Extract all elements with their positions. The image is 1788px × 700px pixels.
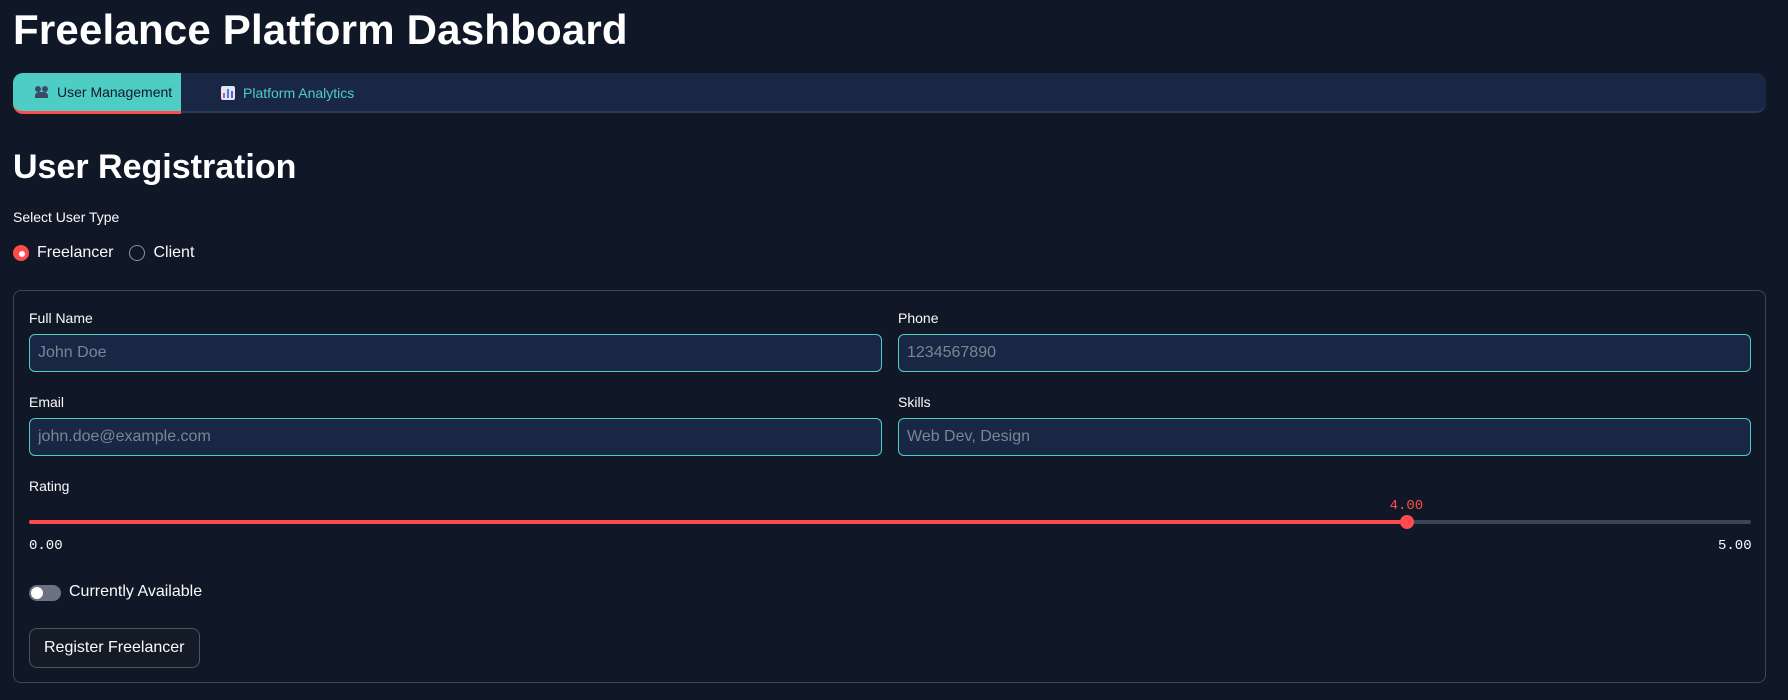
availability-label: Currently Available <box>69 583 203 600</box>
section-title: User Registration <box>13 148 297 186</box>
rating-slider-fill <box>29 520 1407 524</box>
full-name-label: Full Name <box>29 310 93 326</box>
tab-label: User Management <box>57 84 173 100</box>
skills-input[interactable] <box>898 418 1751 456</box>
email-input[interactable] <box>29 418 882 456</box>
tab-user-management[interactable]: User Management <box>13 73 181 114</box>
page-title: Freelance Platform Dashboard <box>13 6 628 53</box>
tab-bar: User Management Platform Analytics <box>13 73 1766 114</box>
rating-max: 5.00 <box>1718 538 1752 554</box>
radio-client[interactable]: Client <box>129 244 194 262</box>
radio-client-label: Client <box>153 244 195 261</box>
rating-value: 4.00 <box>1389 498 1424 514</box>
rating-slider-thumb[interactable] <box>1399 515 1414 529</box>
email-label: Email <box>29 394 65 410</box>
rating-min: 0.00 <box>29 538 63 554</box>
user-type-label: Select User Type <box>13 209 120 225</box>
phone-input[interactable] <box>898 334 1751 372</box>
toggle-knob <box>31 587 43 599</box>
radio-checked-icon <box>13 245 29 261</box>
tab-label: Platform Analytics <box>243 85 355 101</box>
user-type-radio-group: Freelancer Client <box>13 244 194 262</box>
availability-toggle[interactable] <box>29 585 61 601</box>
radio-freelancer[interactable]: Freelancer <box>13 244 113 262</box>
register-button[interactable]: Register Freelancer <box>29 628 200 668</box>
bar-chart-icon <box>221 86 235 100</box>
radio-freelancer-label: Freelancer <box>37 244 114 261</box>
people-icon <box>35 86 49 98</box>
rating-label: Rating <box>29 478 70 494</box>
skills-label: Skills <box>898 394 931 410</box>
radio-unchecked-icon <box>129 245 146 261</box>
full-name-input[interactable] <box>29 334 882 372</box>
tab-platform-analytics[interactable]: Platform Analytics <box>199 73 354 113</box>
phone-label: Phone <box>898 310 939 326</box>
app-root: Freelance Platform Dashboard User Manage… <box>0 0 1788 700</box>
rating-slider[interactable] <box>29 515 1751 529</box>
